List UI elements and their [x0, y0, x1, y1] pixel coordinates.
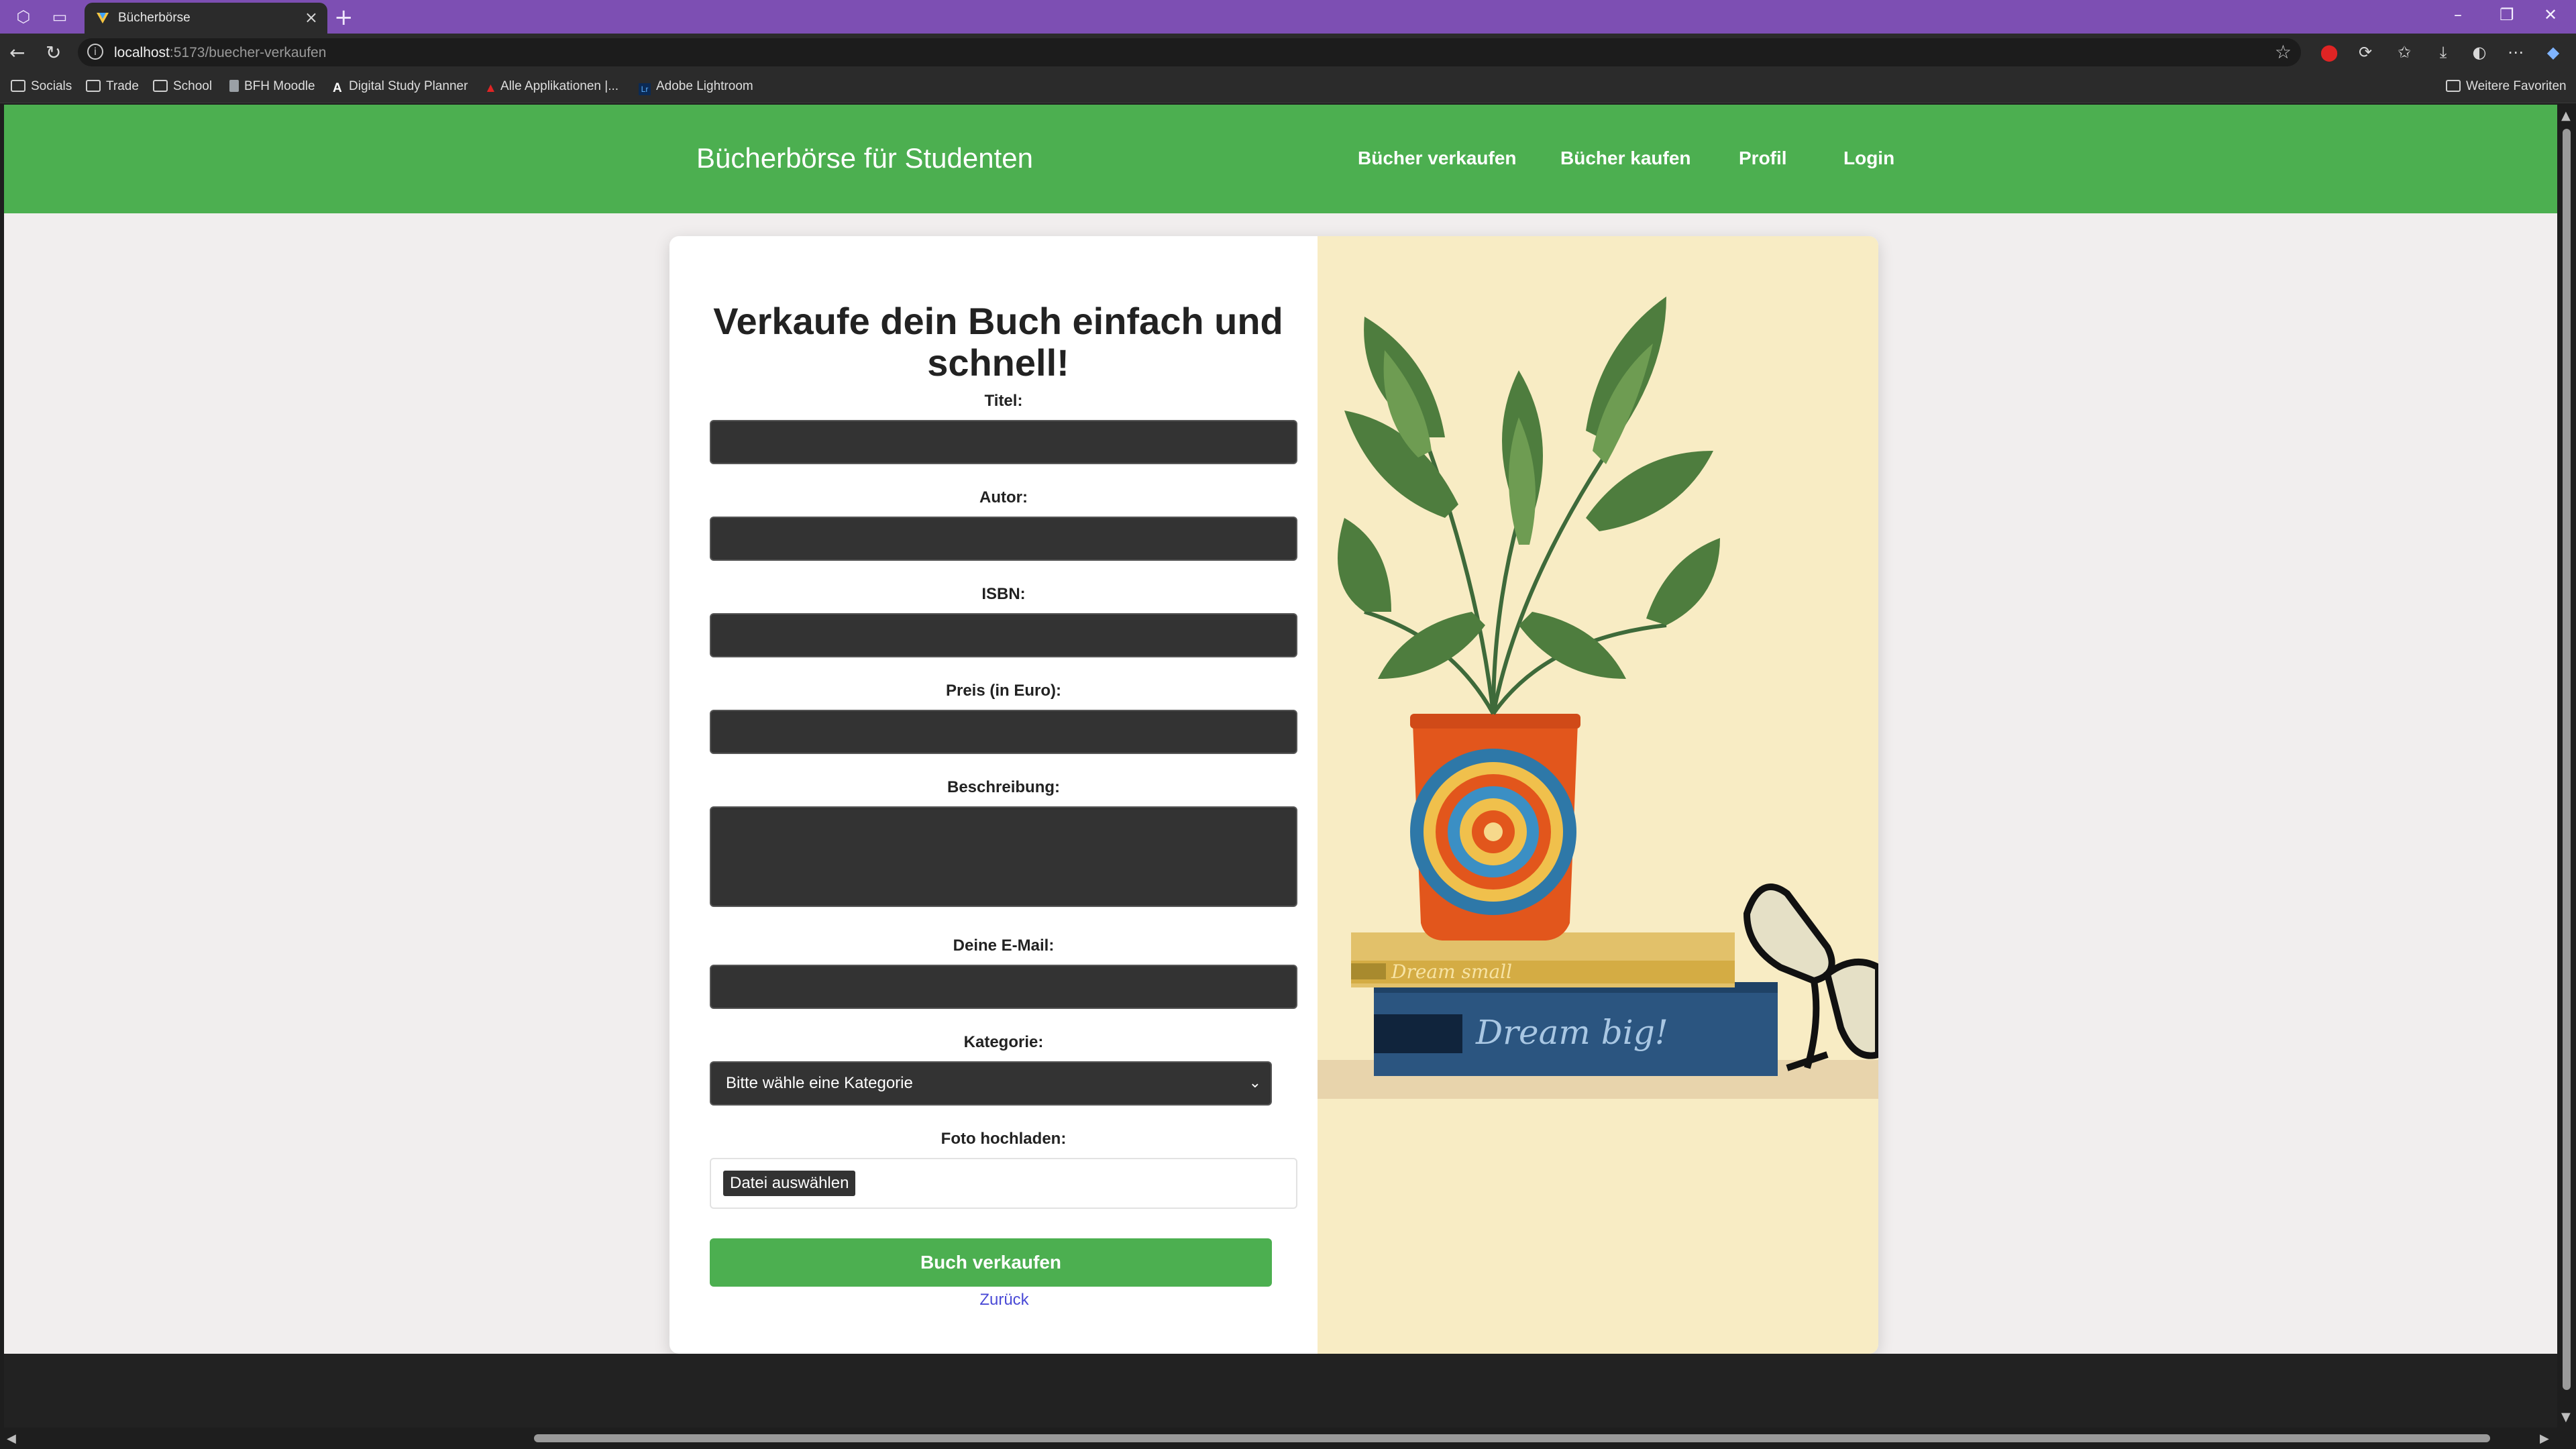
site-brand[interactable]: Bücherbörse für Studenten [696, 142, 1033, 174]
page-viewport: Bücherbörse für Studenten Bücher verkauf… [4, 105, 2557, 1428]
horizontal-scrollbar[interactable]: ◀ ▶ [0, 1428, 2576, 1449]
url-field[interactable]: i localhost:5173/buecher-verkaufen ☆ [78, 38, 2301, 66]
restore-icon[interactable]: ❐ [2500, 5, 2514, 24]
url-text[interactable]: localhost:5173/buecher-verkaufen [114, 45, 326, 61]
small-book-text: Dream small [1391, 961, 1512, 983]
folder-icon [2446, 80, 2461, 92]
big-book-text: Dream big! [1475, 1013, 1668, 1052]
chevron-down-icon: ⌄ [1248, 1075, 1261, 1091]
site-header: Bücherbörse für Studenten Bücher verkauf… [4, 105, 2557, 213]
price-label: Preis (in Euro): [945, 682, 1062, 700]
category-select[interactable]: Bitte wähle eine Kategorie ⌄ [710, 1061, 1272, 1106]
category-select-value: Bitte wähle eine Kategorie [726, 1074, 913, 1092]
scroll-up-icon[interactable]: ▲ [2561, 109, 2571, 123]
pot-ring-6 [1484, 822, 1503, 841]
bookmark-lightroom[interactable]: Lr Adobe Lightroom [639, 79, 753, 95]
workspaces-icon[interactable]: ⬡ [13, 7, 34, 27]
browser-tab-bar: ⬡ ▭ Bücherbörse × + – ❐ ✕ [0, 0, 2576, 34]
horizontal-scroll-thumb[interactable] [534, 1434, 2490, 1442]
favorite-star-icon[interactable]: ☆ [2275, 41, 2292, 63]
copilot-icon[interactable]: ◆ [2542, 42, 2564, 63]
email-input[interactable] [710, 965, 1297, 1009]
back-icon[interactable]: ← [9, 42, 25, 64]
sell-book-form: Verkaufe dein Buch einfach und schnell! … [669, 236, 1318, 1354]
photo-upload-field[interactable]: Datei auswählen [710, 1158, 1297, 1209]
extensions-icon[interactable]: ⟳ [2355, 42, 2376, 63]
nav-login[interactable]: Login [1843, 148, 1894, 169]
vertical-scroll-thumb[interactable] [2563, 129, 2571, 1390]
nav-buy-books[interactable]: Bücher kaufen [1560, 148, 1691, 169]
price-input[interactable] [710, 710, 1297, 754]
moodle-icon [229, 80, 239, 92]
minimize-icon[interactable]: – [2454, 5, 2462, 24]
isbn-label: ISBN: [981, 585, 1026, 603]
description-label: Beschreibung: [947, 778, 1061, 796]
reload-icon[interactable]: ↻ [46, 42, 61, 64]
bookmark-trade[interactable]: Trade [86, 79, 139, 94]
other-favorites[interactable]: Weitere Favoriten [2446, 79, 2567, 94]
bookmark-school[interactable]: School [153, 79, 212, 94]
scroll-left-icon[interactable]: ◀ [7, 1432, 16, 1446]
browser-tab[interactable]: Bücherbörse × [85, 3, 327, 34]
address-bar: ← ↻ i localhost:5173/buecher-verkaufen ☆ [0, 34, 2576, 71]
nav-sell-books[interactable]: Bücher verkaufen [1358, 148, 1517, 169]
favorites-icon[interactable]: ✩ [2394, 42, 2415, 63]
scroll-down-icon[interactable]: ▼ [2561, 1410, 2571, 1424]
sell-book-card: Verkaufe dein Buch einfach und schnell! … [669, 236, 1878, 1354]
new-tab-icon[interactable]: + [334, 4, 354, 31]
more-menu-icon[interactable]: ⋯ [2505, 42, 2526, 63]
close-tab-icon[interactable]: × [305, 8, 318, 27]
vertical-scrollbar[interactable]: ▲ ▼ [2557, 105, 2576, 1428]
author-input[interactable] [710, 517, 1297, 561]
profile-avatar[interactable]: ◐ [2469, 42, 2490, 63]
pot-rim-shape [1410, 714, 1580, 729]
email-label: Deine E-Mail: [953, 936, 1055, 955]
sell-book-button[interactable]: Buch verkaufen [710, 1238, 1272, 1287]
photo-label: Foto hochladen: [941, 1130, 1067, 1148]
tab-title: Bücherbörse [118, 11, 191, 25]
choose-file-button[interactable]: Datei auswählen [723, 1171, 856, 1196]
author-label: Autor: [979, 488, 1028, 506]
title-input[interactable] [710, 420, 1297, 464]
folder-icon [11, 80, 25, 92]
small-book-label-shape [1351, 963, 1386, 979]
bookmark-bfh-moodle[interactable]: BFH Moodle [229, 79, 315, 94]
tab-actions-icon[interactable]: ▭ [50, 7, 70, 27]
site-favicon-icon [97, 13, 109, 23]
downloads-icon[interactable]: ⤓ [2432, 42, 2454, 63]
isbn-input[interactable] [710, 613, 1297, 657]
description-textarea[interactable] [710, 806, 1297, 907]
category-label: Kategorie: [963, 1033, 1044, 1051]
scroll-right-icon[interactable]: ▶ [2540, 1432, 2549, 1446]
title-label: Titel: [984, 392, 1023, 410]
site-footer [4, 1354, 2557, 1428]
folder-icon [153, 80, 168, 92]
form-title: Verkaufe dein Buch einfach und schnell! [713, 300, 1283, 384]
back-link[interactable]: Zurück [696, 1291, 1312, 1309]
nav-profile[interactable]: Profil [1739, 148, 1787, 169]
extension-icon[interactable]: ⬤ [2318, 42, 2340, 63]
bookmarks-bar: Socials Trade School BFH Moodle A Digital… [0, 71, 2576, 103]
folder-icon [86, 80, 101, 92]
plant-books-illustration: Dream big! Dream small [1318, 297, 1878, 1099]
adobe-icon: ▲ [484, 81, 497, 95]
illustration-panel: Dream big! Dream small [1318, 236, 1878, 1354]
bookmark-socials[interactable]: Socials [11, 79, 72, 94]
close-window-icon[interactable]: ✕ [2544, 5, 2557, 24]
study-planner-icon: A [333, 81, 342, 95]
bookmark-applikationen[interactable]: ▲ Alle Applikationen |... [484, 79, 619, 95]
lightroom-icon: Lr [639, 83, 651, 95]
big-book-label-shape [1374, 1014, 1462, 1053]
site-info-icon[interactable]: i [87, 44, 103, 60]
bookmark-study-planner[interactable]: A Digital Study Planner [333, 79, 468, 95]
